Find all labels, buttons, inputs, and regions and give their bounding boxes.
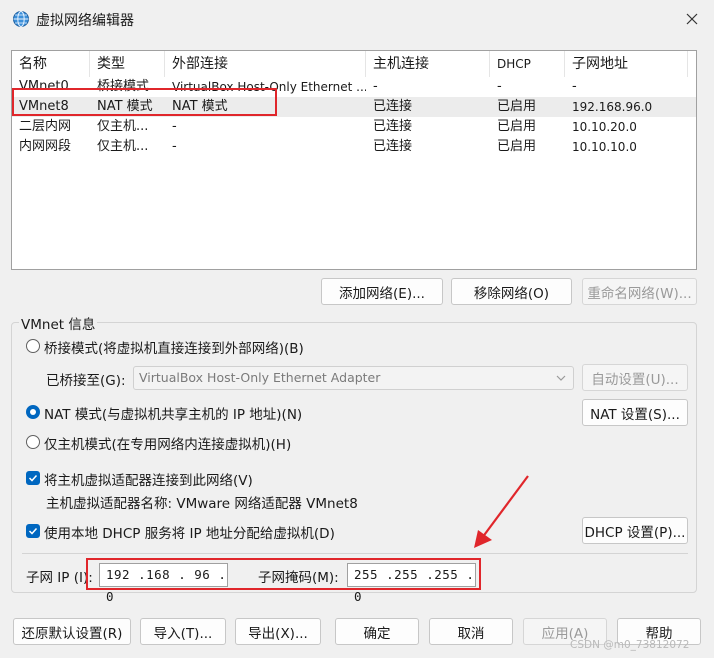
window-title: 虚拟网络编辑器 bbox=[36, 13, 134, 29]
vmnet8-highlight-box bbox=[12, 88, 277, 116]
arrow-annotation-icon bbox=[474, 475, 529, 548]
chevron-down-icon bbox=[556, 375, 566, 381]
vmnet-info-title: VMnet 信息 bbox=[19, 313, 98, 333]
check-icon bbox=[28, 474, 38, 482]
close-icon bbox=[686, 13, 698, 25]
bridged-mode-radio[interactable] bbox=[26, 339, 40, 353]
cell-host: 已连接 bbox=[373, 139, 413, 154]
connect-adapter-label[interactable]: 将主机虚拟适配器连接到此网络(V) bbox=[44, 469, 253, 489]
import-button[interactable]: 导入(T)... bbox=[140, 618, 226, 645]
nat-mode-radio[interactable] bbox=[26, 405, 40, 419]
cell-host: - bbox=[373, 79, 378, 94]
subnet-highlight-box bbox=[86, 558, 481, 590]
add-network-button[interactable]: 添加网络(E)... bbox=[321, 278, 443, 305]
bridged-to-select[interactable]: VirtualBox Host-Only Ethernet Adapter bbox=[133, 366, 574, 390]
host-only-radio[interactable] bbox=[26, 435, 40, 449]
nat-settings-button[interactable]: NAT 设置(S)... bbox=[582, 399, 688, 426]
cell-dhcp: 已启用 bbox=[497, 99, 537, 114]
cell-name: 内网网段 bbox=[19, 139, 72, 154]
ok-button[interactable]: 确定 bbox=[335, 618, 419, 645]
cell-subnet: 10.10.10.0 bbox=[572, 140, 637, 154]
list-header: 名称 类型 外部连接 主机连接 DHCP 子网地址 bbox=[12, 51, 696, 77]
cell-external: - bbox=[172, 119, 177, 134]
export-button[interactable]: 导出(X)... bbox=[235, 618, 321, 645]
cell-external: - bbox=[172, 139, 177, 154]
column-header-host[interactable]: 主机连接 bbox=[366, 51, 490, 77]
connect-adapter-checkbox[interactable] bbox=[26, 471, 40, 485]
cell-name: 二层内网 bbox=[19, 119, 72, 134]
dhcp-settings-button[interactable]: DHCP 设置(P)... bbox=[582, 517, 688, 544]
rename-network-button[interactable]: 重命名网络(W)... bbox=[582, 278, 697, 305]
cell-dhcp: 已启用 bbox=[497, 139, 537, 154]
network-list[interactable]: 名称 类型 外部连接 主机连接 DHCP 子网地址 VMnet0 桥接模式 Vi… bbox=[11, 50, 697, 270]
bridged-mode-label[interactable]: 桥接模式(将虚拟机直接连接到外部网络)(B) bbox=[44, 337, 304, 357]
table-row[interactable]: 二层内网 仅主机... - 已连接 已启用 10.10.20.0 bbox=[12, 117, 696, 137]
cell-host: 已连接 bbox=[373, 119, 413, 134]
cell-type: 仅主机... bbox=[97, 119, 149, 134]
dhcp-checkbox[interactable] bbox=[26, 524, 40, 538]
cell-host: 已连接 bbox=[373, 99, 413, 114]
cell-type: 仅主机... bbox=[97, 139, 149, 154]
subnet-ip-label: 子网 IP (I): bbox=[26, 570, 93, 586]
nat-mode-label[interactable]: NAT 模式(与虚拟机共享主机的 IP 地址)(N) bbox=[44, 403, 302, 423]
adapter-name-text: 主机虚拟适配器名称: VMware 网络适配器 VMnet8 bbox=[46, 496, 358, 512]
close-button[interactable] bbox=[676, 6, 708, 32]
column-header-external[interactable]: 外部连接 bbox=[165, 51, 366, 77]
cell-subnet: 10.10.20.0 bbox=[572, 120, 637, 134]
column-header-name[interactable]: 名称 bbox=[12, 51, 90, 77]
check-icon bbox=[28, 527, 38, 535]
column-header-dhcp[interactable]: DHCP bbox=[490, 51, 565, 77]
column-header-subnet[interactable]: 子网地址 bbox=[565, 51, 688, 77]
title-bar: 虚拟网络编辑器 bbox=[0, 0, 714, 38]
auto-settings-button[interactable]: 自动设置(U)... bbox=[582, 364, 688, 391]
globe-icon bbox=[13, 11, 29, 27]
host-only-label[interactable]: 仅主机模式(在专用网络内连接虚拟机)(H) bbox=[44, 433, 291, 453]
cell-dhcp: - bbox=[497, 79, 502, 94]
watermark-text: CSDN @m0_73812072 bbox=[570, 639, 690, 651]
column-header-type[interactable]: 类型 bbox=[90, 51, 165, 77]
cancel-button[interactable]: 取消 bbox=[429, 618, 513, 645]
restore-defaults-button[interactable]: 还原默认设置(R) bbox=[13, 618, 131, 645]
remove-network-button[interactable]: 移除网络(O) bbox=[451, 278, 572, 305]
virtual-network-editor-window: 虚拟网络编辑器 名称 类型 外部连接 主机连接 DHCP 子网地址 VMnet0… bbox=[0, 0, 714, 658]
cell-subnet: 192.168.96.0 bbox=[572, 100, 653, 114]
dhcp-label[interactable]: 使用本地 DHCP 服务将 IP 地址分配给虚拟机(D) bbox=[44, 522, 335, 542]
cell-dhcp: 已启用 bbox=[497, 119, 537, 134]
table-row[interactable]: 内网网段 仅主机... - 已连接 已启用 10.10.10.0 bbox=[12, 137, 696, 157]
cell-subnet: - bbox=[572, 79, 577, 94]
bridged-to-value: VirtualBox Host-Only Ethernet Adapter bbox=[139, 370, 381, 385]
bridged-to-label: 已桥接至(G): bbox=[46, 373, 126, 389]
divider bbox=[22, 553, 688, 554]
